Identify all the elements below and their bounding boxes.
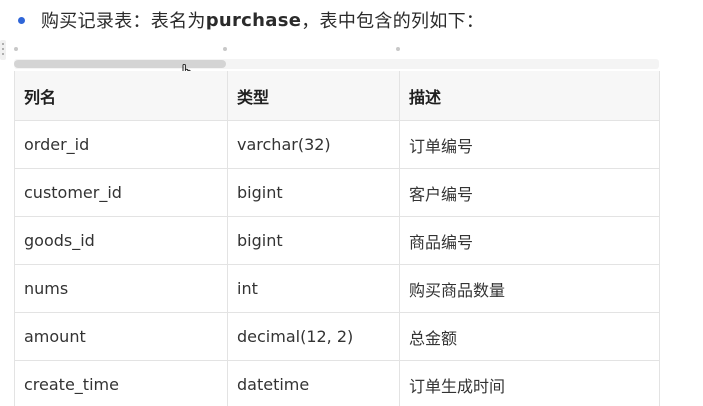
table-row: nums int 购买商品数量 [14,264,660,313]
scrollbar-thumb[interactable] [14,60,226,68]
cell-column-name: nums [14,264,228,313]
table-row: amount decimal(12, 2) 总金额 [14,312,660,361]
cell-column-type: int [227,264,400,313]
table-header-row: 列名 类型 描述 [14,71,660,121]
cell-column-description: 总金额 [399,312,660,361]
resize-handle-dot[interactable] [14,47,18,51]
table-row: customer_id bigint 客户编号 [14,168,660,217]
cell-column-description: 订单编号 [399,120,660,169]
cell-column-name: amount [14,312,228,361]
intro-suffix: ，表中包含的列如下： [301,11,485,32]
intro-table-name: purchase [205,9,302,31]
table-horizontal-scrollbar[interactable] [14,59,659,69]
table-row: goods_id bigint 商品编号 [14,216,660,265]
cell-column-name: goods_id [14,216,228,265]
table-row: order_id varchar(32) 订单编号 [14,120,660,169]
cell-column-description: 客户编号 [399,168,660,217]
cell-column-description: 订单生成时间 [399,360,660,406]
cell-column-name: customer_id [14,168,228,217]
resize-handle-dot[interactable] [223,47,227,51]
document-page: 购买记录表：表名为 purchase ，表中包含的列如下： 列名 类型 描述 ord… [0,0,703,406]
cell-column-description: 商品编号 [399,216,660,265]
table-row: create_time datetime 订单生成时间 [14,360,660,406]
cell-column-type: bigint [227,168,400,217]
cell-column-description: 购买商品数量 [399,264,660,313]
cell-column-type: decimal(12, 2) [227,312,400,361]
cell-column-type: datetime [227,360,400,406]
cell-column-type: bigint [227,216,400,265]
purchase-columns-table: 列名 类型 描述 order_id varchar(32) 订单编号 custo… [14,71,660,406]
header-column-name: 列名 [14,71,228,121]
header-column-description: 描述 [399,71,660,121]
resize-handle-dot[interactable] [396,47,400,51]
intro-prefix: 购买记录表：表名为 [41,11,206,32]
bullet-dot-icon [18,16,25,24]
header-column-type: 类型 [227,71,400,121]
drag-handle-icon[interactable] [0,40,6,60]
intro-bullet: 购买记录表：表名为 purchase ，表中包含的列如下： [16,6,484,34]
cell-column-type: varchar(32) [227,120,400,169]
cell-column-name: order_id [14,120,228,169]
cell-column-name: create_time [14,360,228,406]
